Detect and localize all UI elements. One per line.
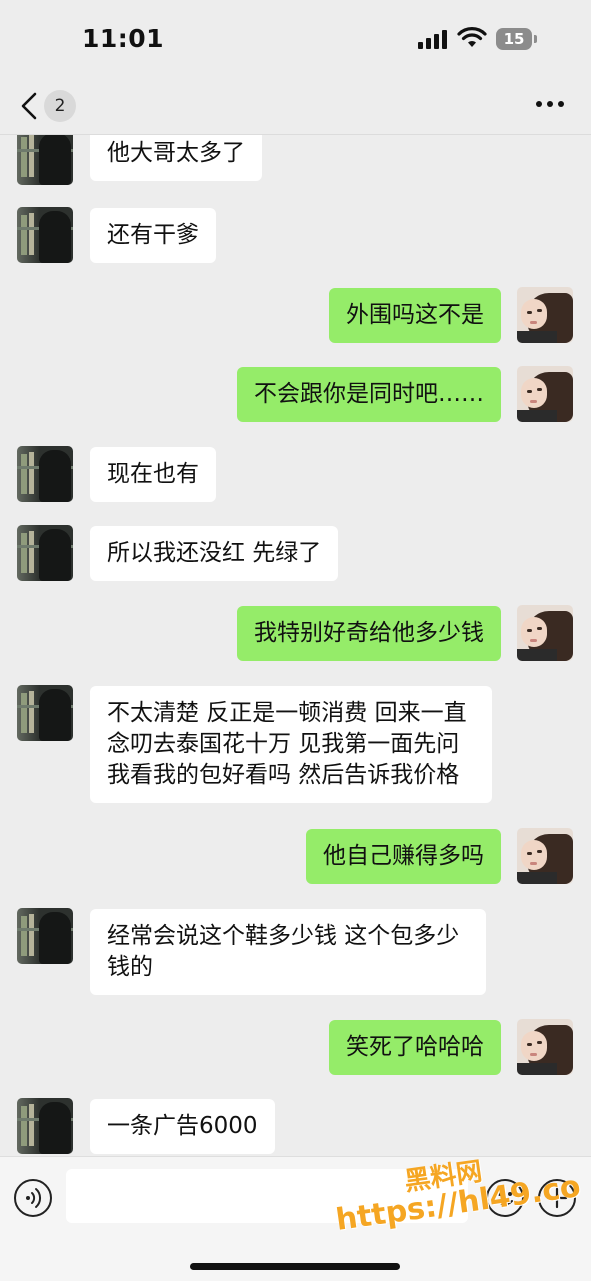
wifi-icon [457,27,487,47]
more-options-icon[interactable] [535,98,565,110]
message-bubble-outgoing[interactable]: 笑死了哈哈哈 [329,1020,501,1075]
my-avatar[interactable] [517,1019,573,1075]
my-avatar[interactable] [517,287,573,343]
my-avatar[interactable] [517,605,573,661]
my-avatar[interactable] [517,828,573,884]
status-bar: 11:01 15 [0,0,591,80]
cellular-signal-icon [418,30,447,49]
battery-icon: 15 [496,28,532,50]
contact-avatar[interactable] [17,207,73,263]
contact-avatar[interactable] [17,1098,73,1154]
battery-level: 15 [503,30,525,48]
message-list[interactable]: 他大哥太多了 还有干爹 外围吗这不是 不会跟你是同时吧…… 现在也有 所以我还没… [0,135,591,1155]
message-bubble-outgoing[interactable]: 不会跟你是同时吧…… [237,367,501,422]
message-bubble-incoming[interactable]: 一条广告6000 [90,1099,275,1154]
contact-avatar[interactable] [17,525,73,581]
input-bar [0,1156,591,1281]
contact-avatar[interactable] [17,446,73,502]
my-avatar[interactable] [517,366,573,422]
message-bubble-incoming[interactable]: 经常会说这个鞋多少钱 这个包多少钱的 [90,909,486,995]
chat-header: 2 [0,80,591,135]
contact-avatar[interactable] [17,685,73,741]
message-bubble-outgoing[interactable]: 他自己赚得多吗 [306,829,501,884]
message-bubble-outgoing[interactable]: 我特别好奇给他多少钱 [237,606,501,661]
message-bubble-outgoing[interactable]: 外围吗这不是 [329,288,501,343]
message-bubble-incoming[interactable]: 他大哥太多了 [90,135,262,181]
voice-input-button[interactable] [14,1179,52,1217]
back-arrow-icon [21,92,37,120]
home-indicator [190,1263,400,1270]
back-button[interactable]: 2 [16,88,80,124]
contact-avatar[interactable] [17,135,73,185]
message-bubble-incoming[interactable]: 现在也有 [90,447,216,502]
message-bubble-incoming[interactable]: 所以我还没红 先绿了 [90,526,339,581]
voice-icon [26,1188,42,1208]
unread-count-badge: 2 [44,90,76,122]
battery-tip [534,35,537,43]
message-bubble-incoming[interactable]: 不太清楚 反正是一顿消费 回来一直念叨去泰国花十万 见我第一面先问我看我的包好看… [90,686,492,803]
status-time: 11:01 [82,24,165,53]
message-bubble-incoming[interactable]: 还有干爹 [90,208,216,263]
contact-avatar[interactable] [17,908,73,964]
